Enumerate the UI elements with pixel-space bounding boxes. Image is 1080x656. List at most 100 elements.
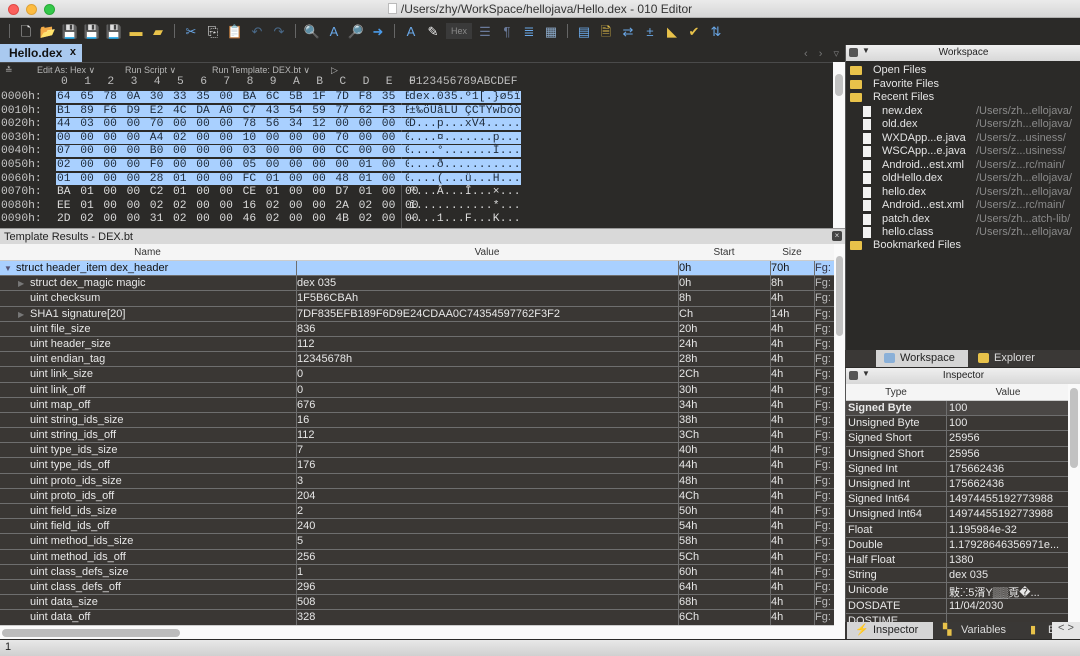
save-all-button[interactable]: 💾 [105, 22, 123, 40]
template-row[interactable]: uint data_size 508 68h 4h Fg: [0, 595, 834, 611]
hex-byte[interactable]: 00 [218, 91, 242, 103]
inspector-scroll-thumb[interactable] [1070, 388, 1078, 468]
hex-byte[interactable]: 00 [288, 200, 312, 212]
hex-byte[interactable]: 78 [241, 118, 266, 131]
hex-byte[interactable]: 00 [125, 145, 150, 158]
recent-file-item[interactable]: old.dex/Users/zh...ellojava/ [846, 118, 1080, 132]
hex-byte[interactable]: 00 [79, 159, 103, 171]
template-row[interactable]: ▶ struct dex_magic magic dex 035 0h 8h Fg: [0, 276, 834, 292]
hex-byte[interactable]: 00 [218, 200, 242, 212]
operations-button[interactable]: ± [641, 22, 659, 40]
hex-scroll-thumb[interactable] [835, 74, 843, 96]
hex-byte[interactable]: 01 [172, 186, 196, 198]
highlight-button[interactable]: ✎ [424, 22, 442, 40]
hex-byte[interactable]: 00 [380, 131, 405, 144]
template-row[interactable]: uint type_ids_size 7 40h 4h Fg: [0, 443, 834, 459]
hex-byte[interactable]: 00 [218, 159, 242, 171]
close-all-button[interactable]: ▰ [149, 22, 167, 40]
undo-button[interactable]: ↶ [248, 22, 266, 40]
inspector-row[interactable]: DOSDATE 11/04/2030 [846, 598, 1068, 614]
hex-byte[interactable]: 00 [218, 118, 242, 131]
template-row[interactable]: uint data_off 328 6Ch 4h Fg: [0, 610, 834, 625]
hex-byte[interactable]: F8 [357, 91, 382, 103]
inspector-row[interactable]: Signed Int 175662436 [846, 461, 1068, 477]
collapse-arrow-icon[interactable]: ▼ [4, 264, 16, 273]
hex-byte[interactable]: 70 [148, 118, 173, 131]
column-header-name[interactable]: Name [0, 247, 295, 258]
hex-byte[interactable]: 00 [288, 131, 312, 144]
hex-mode-button[interactable]: Hex [446, 23, 472, 39]
hex-byte[interactable]: A0 [218, 104, 242, 117]
hex-byte[interactable]: 12 [311, 118, 335, 131]
recent-file-item[interactable]: WSCApp...e.java/Users/z...usiness/ [846, 145, 1080, 159]
hex-byte[interactable]: 00 [172, 159, 196, 171]
hex-byte[interactable]: 00 [172, 118, 196, 131]
hex-byte[interactable]: 00 [79, 172, 103, 185]
template-row[interactable]: uint string_ids_off 112 3Ch 4h Fg: [0, 428, 834, 444]
inspector-row[interactable]: Unsigned Int64 14974455192773988 [846, 507, 1068, 523]
hex-byte[interactable]: 00 [126, 200, 150, 212]
hex-byte[interactable]: 2D [56, 213, 80, 225]
hex-byte[interactable]: 00 [172, 145, 196, 158]
hex-byte[interactable]: 00 [334, 118, 358, 131]
tab-bookmarks[interactable]: ▮ Bo [1022, 622, 1052, 639]
hex-byte[interactable]: 00 [357, 118, 382, 131]
hex-ascii-text[interactable]: dex.035.º1[.}ø5ï [409, 91, 521, 103]
base-converter-button[interactable]: ⇅ [707, 22, 725, 40]
tab-inspector[interactable]: ⚡ Inspector [847, 622, 933, 639]
template-row[interactable]: uint link_off 0 30h 4h Fg: [0, 382, 834, 398]
hex-byte[interactable]: 2A [334, 200, 358, 212]
inspector-row[interactable]: Half Float 1380 [846, 553, 1068, 569]
tab-explorer[interactable]: Explorer [970, 350, 1070, 367]
hex-byte[interactable]: 00 [288, 145, 312, 158]
hex-byte[interactable]: 00 [288, 213, 312, 225]
hex-vertical-scrollbar[interactable] [833, 62, 845, 228]
hex-byte[interactable]: 00 [102, 186, 126, 198]
template-row[interactable]: uint class_defs_off 296 64h 4h Fg: [0, 579, 834, 596]
hex-byte[interactable]: 77 [334, 104, 358, 117]
hex-byte[interactable]: 35 [380, 91, 405, 103]
hex-byte[interactable]: 01 [264, 172, 289, 185]
recent-file-item[interactable]: Android...est.xml/Users/z...rc/main/ [846, 199, 1080, 213]
hex-byte[interactable]: 02 [265, 200, 289, 212]
hex-byte[interactable]: A4 [148, 131, 173, 144]
hex-byte[interactable]: 00 [126, 186, 150, 198]
find-button[interactable]: 🔍 [303, 22, 321, 40]
hex-byte[interactable]: 00 [125, 118, 150, 131]
copy-button[interactable]: ⎘ [204, 22, 222, 40]
hex-byte[interactable]: BA [241, 91, 266, 103]
hex-byte[interactable]: 00 [102, 159, 126, 171]
hex-ascii-text[interactable]: D...p...xV4..... [409, 118, 521, 131]
hex-byte[interactable]: 00 [264, 145, 289, 158]
hex-byte[interactable]: 00 [102, 200, 126, 212]
hex-byte[interactable]: 00 [125, 172, 150, 185]
histogram-button[interactable]: ◣ [663, 22, 681, 40]
template-row[interactable]: uint field_ids_size 2 50h 4h Fg: [0, 504, 834, 520]
hex-byte[interactable]: 00 [334, 159, 358, 171]
hex-byte[interactable]: 4C [172, 104, 196, 117]
hex-byte[interactable]: 00 [311, 186, 335, 198]
hex-byte[interactable]: 00 [357, 131, 382, 144]
hex-byte[interactable]: 00 [311, 159, 335, 171]
hex-byte[interactable]: 03 [79, 118, 103, 131]
hex-byte[interactable]: 00 [381, 213, 405, 225]
hex-byte[interactable]: 01 [172, 172, 196, 185]
template-row[interactable]: ▼ struct header_item dex_header 0h 70h Fg: [0, 261, 834, 277]
hex-byte[interactable]: 00 [195, 186, 219, 198]
calculator-button[interactable]: ▤ [575, 22, 593, 40]
hex-byte[interactable]: 33 [172, 91, 196, 103]
hex-byte[interactable]: 02 [79, 213, 103, 225]
column-header-start[interactable]: Start [679, 247, 769, 258]
word-wrap-button[interactable]: ≣ [520, 22, 538, 40]
hex-byte[interactable]: C2 [149, 186, 173, 198]
new-file-button[interactable]: 🗋 [17, 22, 35, 40]
hex-byte[interactable]: 6C [264, 91, 289, 103]
inspector-row[interactable]: Signed Int64 14974455192773988 [846, 492, 1068, 508]
hex-byte[interactable]: 00 [218, 186, 242, 198]
inspector-row[interactable]: Double 1.17928646356971e... [846, 537, 1068, 553]
template-row[interactable]: uint proto_ids_off 204 4Ch 4h Fg: [0, 488, 834, 504]
hex-byte[interactable]: 28 [148, 172, 173, 185]
hex-byte[interactable]: 89 [79, 104, 103, 117]
hex-byte[interactable]: 00 [381, 186, 405, 198]
gear-icon[interactable] [849, 48, 858, 57]
